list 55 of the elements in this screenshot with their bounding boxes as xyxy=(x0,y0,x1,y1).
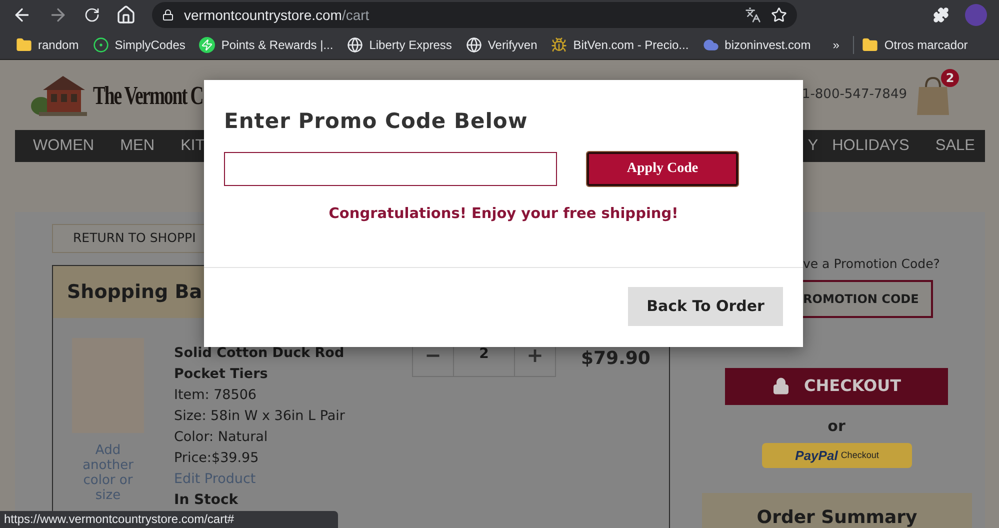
return-to-shopping-button[interactable]: RETURN TO SHOPPI xyxy=(52,224,205,253)
cloud-icon xyxy=(702,36,719,52)
bookmark[interactable]: Points & Rewards |... xyxy=(199,36,334,54)
translate-icon[interactable] xyxy=(745,7,761,23)
bolt-icon xyxy=(199,36,216,52)
url-text: vermontcountrystore.com/cart xyxy=(184,6,370,25)
nav-link[interactable]: MEN xyxy=(120,134,155,158)
paypal-button[interactable]: PayPal Checkout xyxy=(762,443,912,468)
store-logo-text: The Vermont C xyxy=(93,80,203,112)
bookmark[interactable]: Otros marcador xyxy=(853,36,968,54)
nav-link[interactable]: SALE xyxy=(935,134,975,158)
home-icon[interactable] xyxy=(116,5,136,25)
product-name: Solid Cotton Duck Rod Pocket Tiers xyxy=(174,344,346,384)
status-url-tooltip: https://www.vermontcountrystore.com/cart# xyxy=(0,511,338,528)
stock-status: In Stock xyxy=(174,491,240,510)
nav-link[interactable]: Y xyxy=(808,134,818,158)
apply-code-button[interactable]: Apply Code xyxy=(587,152,738,186)
dialog-title: Enter Promo Code Below xyxy=(224,108,529,135)
back-to-order-button[interactable]: Back To Order xyxy=(628,287,783,326)
bookmark[interactable]: random xyxy=(16,36,79,54)
nav-link[interactable]: HOLIDAYS xyxy=(832,134,910,158)
lock-icon xyxy=(162,9,174,21)
phone-number: 1-800-547-7849 xyxy=(802,86,907,104)
promo-question: ve a Promotion Code? xyxy=(803,255,941,273)
reload-icon[interactable] xyxy=(84,7,100,23)
lock-icon xyxy=(772,377,790,396)
product-detail: Price:$39.95 xyxy=(174,449,260,468)
extensions-icon[interactable] xyxy=(933,7,949,23)
bookmark[interactable]: Verifyven xyxy=(466,36,538,54)
line-total: $79.90 xyxy=(581,347,650,371)
globe-icon xyxy=(347,36,364,52)
address-bar[interactable]: vermontcountrystore.com/cart xyxy=(152,2,797,28)
promo-code-field[interactable] xyxy=(224,152,557,186)
bookmark[interactable]: Liberty Express xyxy=(347,36,452,54)
order-summary-title: Order Summary xyxy=(756,508,918,528)
bookmark[interactable]: BitVen.com - Precio... xyxy=(551,36,689,54)
shopping-bag-title: Shopping Ba xyxy=(67,280,202,305)
product-detail: Color: Natural xyxy=(174,428,269,447)
bug-icon xyxy=(551,36,568,52)
ring-icon xyxy=(92,36,109,52)
folder-icon xyxy=(862,36,878,52)
globe-icon xyxy=(466,36,482,52)
bookmark[interactable]: SimplyCodes xyxy=(92,36,186,54)
success-message: Congratulations! Enjoy your free shipping! xyxy=(328,204,680,224)
more-bookmarks-button[interactable]: » xyxy=(832,36,840,54)
product-detail: Size: 58in W x 36in L Pair xyxy=(174,407,346,426)
or-text: or xyxy=(826,416,846,437)
bookmark[interactable]: bizoninvest.com xyxy=(702,36,811,54)
folder-icon xyxy=(16,36,32,52)
checkout-button[interactable]: CHECKOUT xyxy=(725,368,948,405)
star-icon[interactable] xyxy=(771,7,787,23)
product-detail: Item: 78506 xyxy=(174,386,258,405)
nav-link[interactable]: WOMEN xyxy=(33,134,94,158)
cart-count-badge: 2 xyxy=(941,69,959,87)
nav-link[interactable]: KIT xyxy=(180,134,205,158)
